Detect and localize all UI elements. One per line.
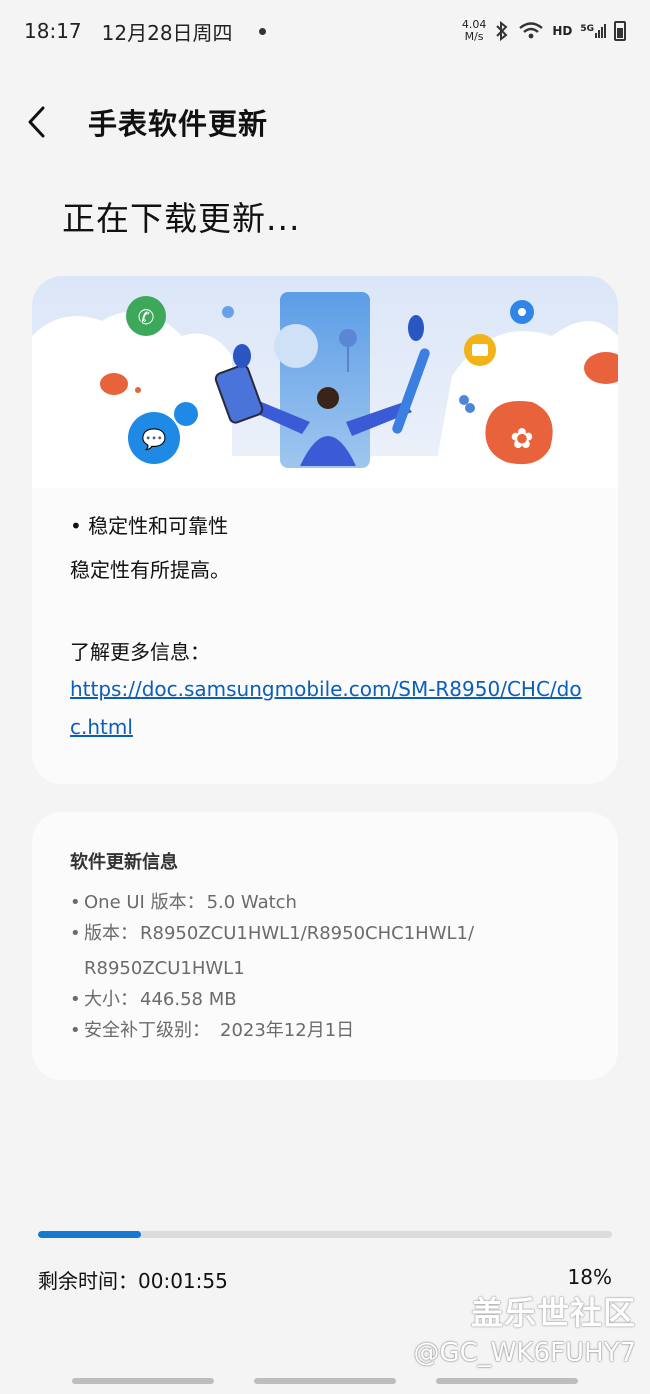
info-value: 5.0 Watch bbox=[206, 892, 297, 913]
status-time: 18:17 bbox=[24, 19, 82, 43]
download-progress-fill bbox=[38, 1231, 142, 1238]
notification-dot-icon bbox=[258, 27, 266, 35]
info-key: One UI 版本： bbox=[84, 892, 205, 913]
info-row-one-ui: • One UI 版本： 5.0 Watch bbox=[70, 888, 598, 919]
info-row-size: • 大小： 446.58 MB bbox=[70, 985, 598, 1016]
download-percent: 18% bbox=[567, 1265, 612, 1289]
watermark-community: 盖乐世社区 bbox=[470, 1294, 636, 1332]
info-key: 版本： bbox=[84, 923, 138, 944]
status-date: 12月28日周四 bbox=[101, 20, 233, 45]
svg-text:✿: ✿ bbox=[510, 422, 533, 455]
signal-label: 5G bbox=[580, 24, 594, 34]
release-notes-card: ✆ 💬 ✿ • 稳定性和可靠性 稳定性有所提高。 了解更多信息： https:/… bbox=[32, 276, 618, 784]
navigation-bar bbox=[0, 1372, 650, 1394]
software-info-list: • One UI 版本： 5.0 Watch • 版本： R8950ZCU1HW… bbox=[70, 888, 598, 1047]
download-status-heading: 正在下载更新... bbox=[62, 199, 301, 238]
info-key: 安全补丁级别： bbox=[84, 1020, 210, 1041]
info-value: 446.58 MB bbox=[140, 989, 237, 1010]
info-value-continued: R8950ZCU1HWL1 bbox=[84, 958, 245, 979]
svg-text:✆: ✆ bbox=[138, 305, 155, 329]
back-arrow-icon bbox=[28, 106, 45, 138]
remaining-time-value: 00:01:55 bbox=[138, 1269, 228, 1293]
status-bar: 18:17 12月28日周四 4.04 M/s HD 5G bbox=[0, 0, 650, 62]
remaining-time-label: 剩余时间： bbox=[38, 1269, 138, 1293]
nav-recent-button[interactable] bbox=[72, 1378, 214, 1384]
page-title: 手表软件更新 bbox=[88, 107, 269, 141]
back-button[interactable] bbox=[26, 90, 86, 154]
bluetooth-icon bbox=[496, 21, 508, 41]
remaining-time: 剩余时间：00:01:55 bbox=[38, 1265, 228, 1294]
more-info-label: 了解更多信息： bbox=[70, 640, 210, 664]
info-row-version: • 版本： R8950ZCU1HWL1/R8950CHC1HWL1/ bbox=[70, 919, 598, 950]
software-info-title: 软件更新信息 bbox=[70, 852, 178, 873]
release-note-bullet: • 稳定性和可靠性 bbox=[70, 514, 229, 538]
info-row-security-patch: • 安全补丁级别： 2023年12月1日 bbox=[70, 1016, 598, 1047]
app-header: 手表软件更新 bbox=[0, 90, 650, 154]
download-progress-bar bbox=[38, 1231, 612, 1238]
wifi-icon bbox=[519, 22, 544, 39]
info-value: 2023年12月1日 bbox=[220, 1020, 355, 1041]
status-icons: 4.04 M/s HD 5G bbox=[462, 19, 626, 43]
info-value: R8950ZCU1HWL1/R8950CHC1HWL1/ bbox=[140, 923, 475, 944]
hd-icon: HD bbox=[552, 24, 573, 38]
more-info-link[interactable]: https://doc.samsungmobile.com/SM-R8950/C… bbox=[70, 670, 588, 746]
nav-home-button[interactable] bbox=[254, 1378, 396, 1384]
update-illustration: ✆ 💬 ✿ bbox=[32, 276, 618, 488]
release-notes-body: • 稳定性和可靠性 稳定性有所提高。 了解更多信息： https://doc.s… bbox=[70, 512, 588, 746]
watermark-user: @GC_WK6FUHY7 bbox=[413, 1338, 636, 1368]
network-speed: 4.04 M/s bbox=[462, 19, 487, 43]
info-key: 大小： bbox=[84, 989, 138, 1010]
nav-back-button[interactable] bbox=[436, 1378, 578, 1384]
release-note-description: 稳定性有所提高。 bbox=[70, 558, 230, 582]
svg-text:💬: 💬 bbox=[142, 427, 167, 451]
software-info-card: 软件更新信息 • One UI 版本： 5.0 Watch • 版本： R895… bbox=[32, 812, 618, 1080]
signal-icon: 5G bbox=[580, 24, 606, 38]
network-speed-unit: M/s bbox=[464, 30, 484, 43]
battery-icon bbox=[614, 21, 626, 41]
